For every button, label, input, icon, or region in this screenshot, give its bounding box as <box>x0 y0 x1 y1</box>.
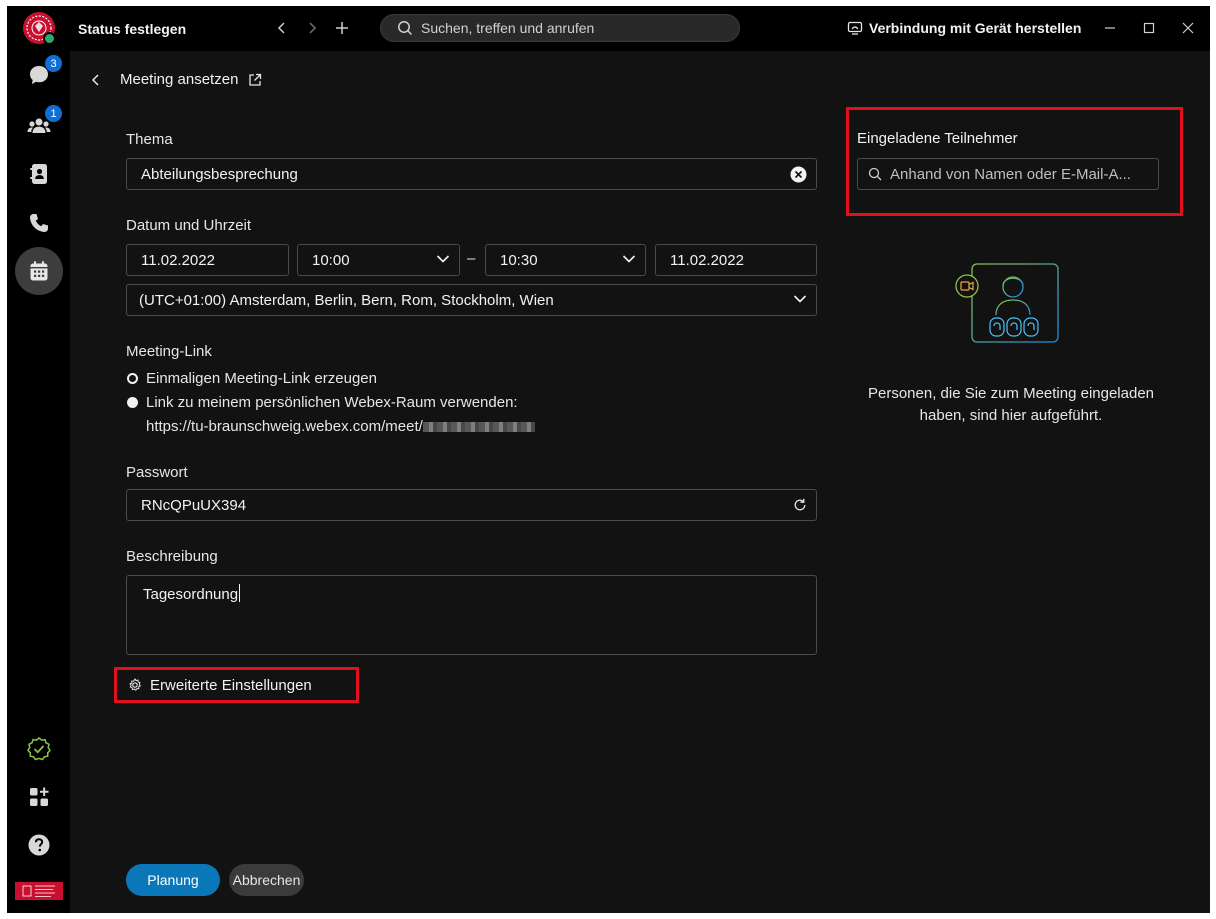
description-label: Beschreibung <box>126 548 218 565</box>
empty-participants-text: Personen, die Sie zum Meeting eingeladen… <box>867 385 1155 424</box>
apps-add-icon <box>30 787 49 806</box>
title-bar: Status festlegen Suchen, treffen und anr… <box>7 6 1210 51</box>
invited-participants-section: Eingeladene Teilnehmer Anhand von Namen … <box>846 107 1183 216</box>
description-textarea[interactable]: Tagesordnung <box>126 575 817 655</box>
radio-one-time-link-label: Einmaligen Meeting-Link erzeugen <box>146 370 377 387</box>
maximize-button[interactable] <box>1139 18 1159 38</box>
back-nav-button[interactable] <box>271 17 293 39</box>
datetime-label: Datum und Uhrzeit <box>126 217 252 234</box>
topic-input[interactable]: Abteilungsbesprechung <box>126 158 817 190</box>
chevron-down-icon <box>622 254 636 264</box>
topic-value: Abteilungsbesprechung <box>141 165 298 183</box>
sidebar-item-verified[interactable] <box>15 725 63 773</box>
sidebar: 3 1 <box>7 51 70 913</box>
webex-window: Status festlegen Suchen, treffen und anr… <box>7 6 1210 913</box>
start-date-value: 11.02.2022 <box>141 251 215 269</box>
radio-unselected[interactable] <box>127 373 138 384</box>
verified-check-icon <box>27 737 51 761</box>
popout-window-icon[interactable] <box>248 73 262 87</box>
meeting-link-label: Meeting-Link <box>126 343 212 360</box>
advanced-settings-label: Erweiterte Einstellungen <box>150 676 312 694</box>
text-caret <box>239 584 241 602</box>
gear-icon <box>129 678 142 691</box>
chevron-down-icon <box>793 294 807 304</box>
radio-personal-room-label: Link zu meinem persönlichen Webex-Raum v… <box>146 394 518 411</box>
invite-search-placeholder: Anhand von Namen oder E-Mail-A... <box>890 165 1131 183</box>
radio-personal-room-link[interactable]: Link zu meinem persönlichen Webex-Raum v… <box>127 394 518 411</box>
maximize-icon <box>1143 22 1155 34</box>
topic-label: Thema <box>126 131 173 148</box>
sidebar-item-meetings[interactable] <box>15 247 63 295</box>
end-date-value: 11.02.2022 <box>670 251 744 269</box>
sidebar-item-calls[interactable] <box>15 199 63 247</box>
redacted-username <box>422 422 535 433</box>
description-value: Tagesordnung <box>143 586 239 603</box>
password-label: Passwort <box>126 464 188 481</box>
page-title: Meeting ansetzen <box>120 71 239 88</box>
forward-nav-button[interactable] <box>301 17 323 39</box>
search-icon <box>398 21 413 36</box>
sidebar-item-apps[interactable] <box>15 773 63 821</box>
plus-icon <box>336 22 348 34</box>
back-arrow-icon[interactable] <box>90 73 102 87</box>
university-brand-logo <box>15 882 63 900</box>
chevron-left-icon <box>277 22 285 34</box>
close-icon <box>1182 22 1194 34</box>
end-time-select[interactable]: 10:30 <box>485 244 646 276</box>
time-range-dash: – <box>467 250 476 267</box>
start-date-input[interactable]: 11.02.2022 <box>126 244 289 276</box>
schedule-button[interactable]: Planung <box>126 864 220 896</box>
messages-badge: 3 <box>45 55 62 72</box>
sidebar-item-help[interactable] <box>15 821 63 869</box>
calendar-icon <box>30 261 48 281</box>
empty-participants-illustration <box>952 260 1062 349</box>
radio-selected[interactable] <box>127 397 138 408</box>
minimize-button[interactable] <box>1100 18 1120 38</box>
close-window-button[interactable] <box>1178 18 1198 38</box>
sidebar-item-contacts[interactable] <box>15 150 63 198</box>
personal-room-url-text: https://tu-braunschweig.webex.com/meet/ <box>146 418 423 435</box>
new-button[interactable] <box>331 17 353 39</box>
chevron-down-icon <box>436 254 450 264</box>
chevron-right-icon <box>309 22 317 34</box>
connect-device-button[interactable]: Verbindung mit Gerät herstellen <box>847 20 1081 36</box>
device-icon <box>847 21 863 35</box>
password-input[interactable]: RNcQPuUX394 <box>126 489 817 521</box>
status-label[interactable]: Status festlegen <box>78 21 186 37</box>
refresh-icon[interactable] <box>793 498 807 512</box>
advanced-settings-button[interactable]: Erweiterte Einstellungen <box>114 667 359 703</box>
start-time-select[interactable]: 10:00 <box>297 244 460 276</box>
schedule-meeting-panel: Meeting ansetzen Thema Abteilungsbesprec… <box>70 51 1210 913</box>
teams-badge: 1 <box>45 105 62 122</box>
clear-icon[interactable] <box>790 166 807 183</box>
search-icon <box>868 167 882 181</box>
invited-participants-title: Eingeladene Teilnehmer <box>857 130 1018 147</box>
contacts-icon <box>30 164 47 184</box>
help-icon <box>28 834 50 856</box>
sidebar-item-messages[interactable]: 3 <box>15 51 63 99</box>
invite-search-input[interactable]: Anhand von Namen oder E-Mail-A... <box>857 158 1159 190</box>
timezone-value: (UTC+01:00) Amsterdam, Berlin, Bern, Rom… <box>139 291 554 309</box>
timezone-select[interactable]: (UTC+01:00) Amsterdam, Berlin, Bern, Rom… <box>126 284 817 316</box>
global-search-input[interactable]: Suchen, treffen und anrufen <box>380 14 740 42</box>
end-time-value: 10:30 <box>500 251 538 269</box>
end-date-input[interactable]: 11.02.2022 <box>655 244 817 276</box>
password-value: RNcQPuUX394 <box>141 496 247 514</box>
phone-icon <box>30 214 48 232</box>
start-time-value: 10:00 <box>312 251 350 269</box>
minimize-icon <box>1105 27 1115 29</box>
sidebar-item-teams[interactable]: 1 <box>15 101 63 149</box>
search-placeholder: Suchen, treffen und anrufen <box>421 20 595 36</box>
cancel-button[interactable]: Abbrechen <box>229 864 304 896</box>
presence-status-dot <box>43 32 56 45</box>
radio-one-time-link[interactable]: Einmaligen Meeting-Link erzeugen <box>127 370 377 387</box>
page-header: Meeting ansetzen <box>90 71 262 88</box>
personal-room-url: https://tu-braunschweig.webex.com/meet/ <box>146 418 535 435</box>
connect-device-label: Verbindung mit Gerät herstellen <box>869 20 1082 36</box>
